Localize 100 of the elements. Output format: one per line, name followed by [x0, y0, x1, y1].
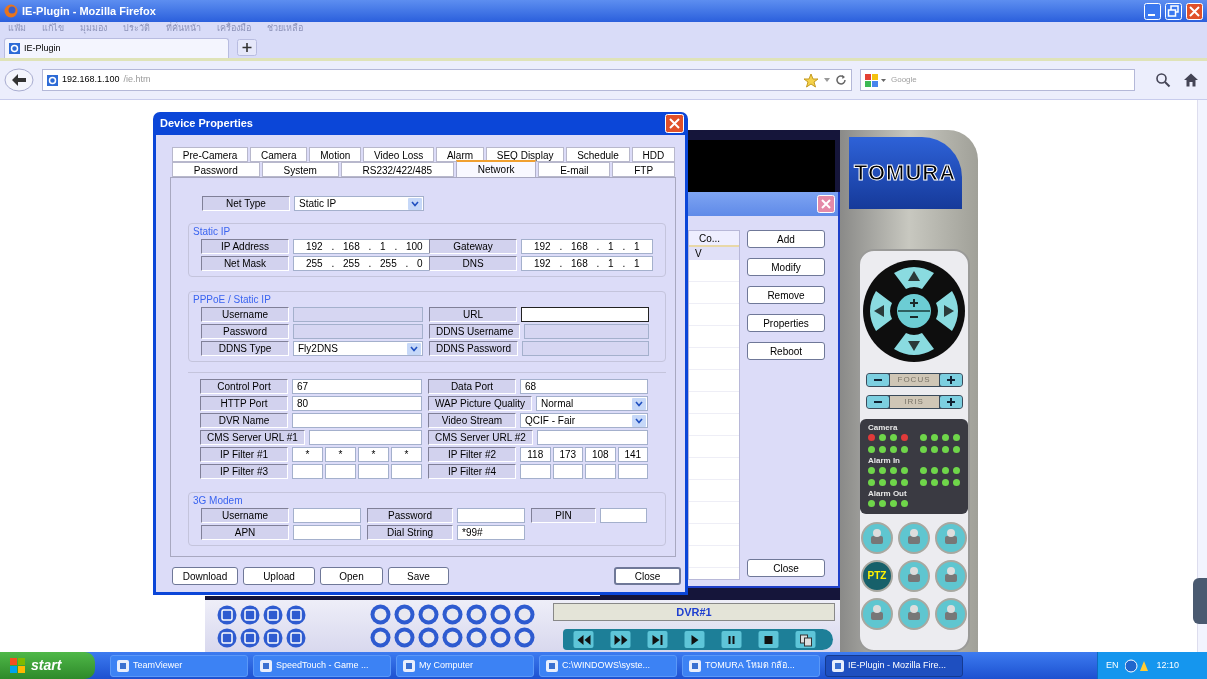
text-field[interactable]	[292, 413, 422, 428]
close-button[interactable]: Close	[614, 567, 681, 585]
round-control-icon[interactable]	[861, 521, 893, 554]
round-tool-icon[interactable]	[442, 604, 463, 625]
list-action-button[interactable]: Modify	[747, 258, 825, 276]
back-icon[interactable]	[4, 68, 34, 92]
round-control-icon[interactable]	[898, 521, 930, 554]
text-field[interactable]: *	[391, 447, 422, 462]
taskbar-item[interactable]: SpeedTouch - Game ...	[253, 654, 391, 677]
text-field[interactable]: 173	[552, 447, 583, 462]
ptz-button[interactable]: PTZ	[861, 559, 893, 592]
round-tool-icon[interactable]	[514, 627, 535, 648]
round-control-icon[interactable]	[935, 559, 967, 592]
tab[interactable]: Camera	[250, 147, 308, 162]
round-control-icon[interactable]	[898, 559, 930, 592]
text-field[interactable]	[520, 464, 551, 479]
text-field[interactable]: 108	[585, 447, 616, 462]
plus-icon[interactable]	[939, 373, 962, 386]
text-field[interactable]: 68	[520, 379, 648, 394]
round-tool-icon[interactable]	[370, 604, 391, 625]
tab[interactable]: RS232/422/485	[340, 162, 454, 177]
round-tool-icon[interactable]	[394, 604, 415, 625]
round-tool-icon[interactable]	[370, 627, 391, 648]
taskbar-item[interactable]: TOMURA โหมด กล้อ...	[682, 654, 820, 677]
dropdown[interactable]: Normal	[536, 396, 648, 411]
text-field[interactable]	[292, 464, 323, 479]
round-tool-icon[interactable]	[418, 627, 439, 648]
home-icon[interactable]	[1183, 72, 1199, 88]
dialog-button[interactable]: Open	[320, 567, 383, 585]
layout-icon[interactable]	[217, 604, 237, 625]
minimize-icon[interactable]	[1144, 2, 1161, 20]
plus-icon[interactable]	[939, 395, 962, 408]
text-field[interactable]: 118	[520, 447, 551, 462]
round-tool-icon[interactable]	[394, 627, 415, 648]
text-field[interactable]: *	[292, 447, 323, 462]
layout-icon[interactable]	[286, 627, 306, 648]
layout-icon[interactable]	[263, 604, 283, 625]
tab[interactable]: E-mail	[538, 162, 611, 177]
dropdown[interactable]: Fly2DNS	[293, 341, 423, 356]
device-list[interactable]: Co... V	[688, 230, 740, 580]
tab[interactable]: System	[261, 162, 339, 177]
ip-address-field[interactable]: 192 . 168 . 1 . 1	[521, 256, 653, 271]
ptz-joystick-drawing[interactable]	[862, 258, 966, 363]
round-tool-icon[interactable]	[490, 604, 511, 625]
dialog-button[interactable]: Upload	[243, 567, 315, 585]
round-control-icon[interactable]	[935, 521, 967, 554]
dialog-button[interactable]: Download	[172, 567, 238, 585]
search-icon[interactable]	[1155, 72, 1171, 88]
text-field[interactable]	[325, 464, 356, 479]
scrollbar[interactable]	[1197, 100, 1207, 652]
close-icon[interactable]	[665, 114, 684, 133]
text-field[interactable]	[358, 464, 389, 479]
tab[interactable]: Video Loss	[363, 147, 435, 162]
text-field[interactable]	[536, 430, 648, 445]
reload-icon[interactable]	[835, 74, 847, 86]
tab[interactable]: Network	[455, 160, 537, 177]
address-field[interactable]: 192.168.1.100 /ie.htm	[42, 69, 852, 91]
restore-icon[interactable]	[1165, 2, 1182, 20]
round-tool-icon[interactable]	[418, 604, 439, 625]
text-field[interactable]	[521, 307, 649, 322]
round-tool-icon[interactable]	[466, 627, 487, 648]
layout-icon[interactable]	[286, 604, 306, 625]
dialog-button[interactable]: Save	[388, 567, 449, 585]
new-tab-icon[interactable]	[237, 39, 257, 56]
ip-address-field[interactable]: 192 . 168 . 1 . 1	[521, 239, 653, 254]
taskbar-item[interactable]: My Computer	[396, 654, 534, 677]
taskbar-item[interactable]: TeamViewer	[110, 654, 248, 677]
round-tool-icon[interactable]	[490, 627, 511, 648]
layout-icon[interactable]	[240, 604, 260, 625]
search-engine-icon[interactable]	[865, 73, 887, 87]
round-control-icon[interactable]	[898, 597, 930, 630]
layout-icon[interactable]	[240, 627, 260, 648]
dropdown-arrow-icon[interactable]	[823, 76, 831, 84]
round-control-icon[interactable]	[935, 597, 967, 630]
layout-icon[interactable]	[263, 627, 283, 648]
text-field[interactable]: 80	[292, 396, 422, 411]
text-field[interactable]	[617, 464, 648, 479]
round-tool-icon[interactable]	[514, 604, 535, 625]
text-field[interactable]	[585, 464, 616, 479]
text-field[interactable]	[308, 430, 422, 445]
text-field[interactable]	[391, 464, 422, 479]
close-button[interactable]: Close	[747, 559, 825, 577]
star-icon[interactable]	[803, 72, 819, 88]
text-field[interactable]: *	[358, 447, 389, 462]
text-field[interactable]: *	[325, 447, 356, 462]
text-field[interactable]: 67	[292, 379, 422, 394]
round-tool-icon[interactable]	[442, 627, 463, 648]
text-field[interactable]	[293, 508, 361, 523]
dropdown[interactable]: QCIF - Fair	[520, 413, 648, 428]
list-action-button[interactable]: Add	[747, 230, 825, 248]
minus-icon[interactable]	[866, 373, 889, 386]
round-tool-icon[interactable]	[466, 604, 487, 625]
close-icon[interactable]	[817, 195, 835, 213]
close-icon[interactable]	[1186, 2, 1203, 20]
tab[interactable]: FTP	[612, 162, 675, 177]
browser-tab[interactable]: IE-Plugin	[4, 38, 229, 58]
dropdown[interactable]: Static IP	[294, 196, 424, 211]
tab[interactable]: Pre-Camera	[172, 147, 249, 162]
taskbar-item[interactable]: C:\WINDOWS\syste...	[539, 654, 677, 677]
tab[interactable]: Schedule	[566, 147, 630, 162]
